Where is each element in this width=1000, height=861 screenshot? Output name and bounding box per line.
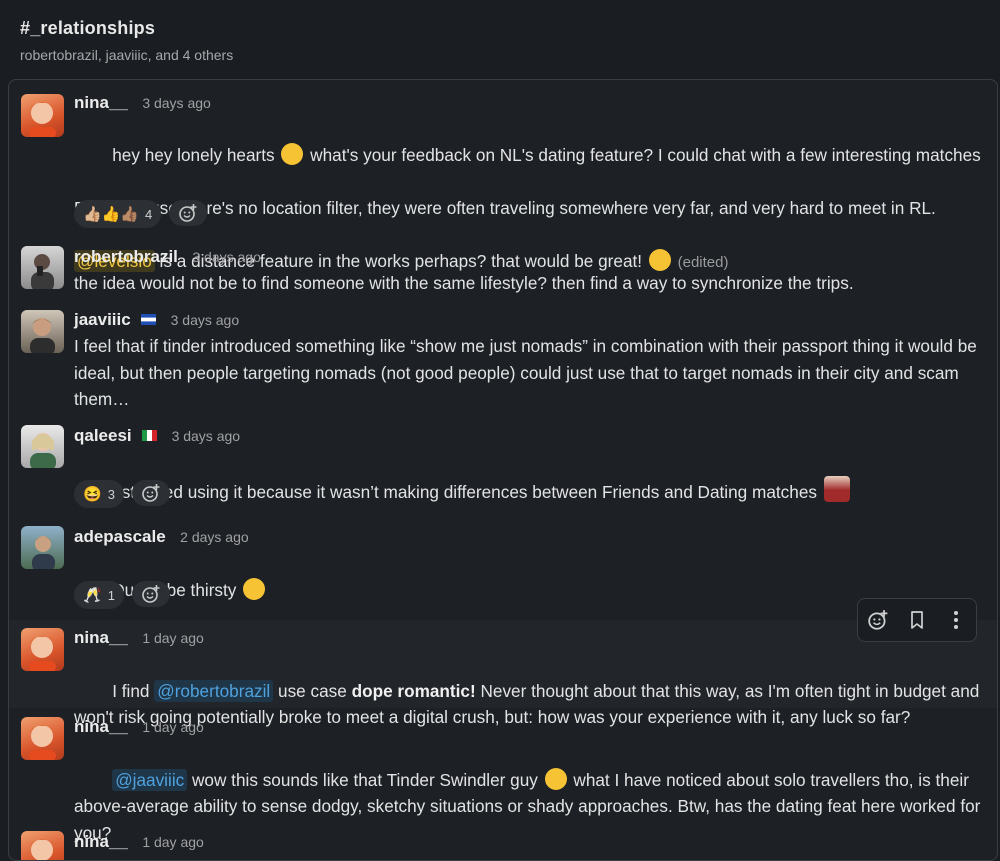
reactions-row: 👍🏼👍👍🏽 4 [74,200,208,228]
add-reaction-icon [867,610,888,630]
author-name[interactable]: qaleesi [74,426,132,445]
message-text: the idea would not be to find someone wi… [74,273,854,293]
add-reaction-button[interactable] [131,581,170,607]
author-name[interactable]: nina__ [74,628,128,647]
bookmark-icon [911,611,923,629]
message: adepascale 2 days ago Dudes be thirsty 🥂… [9,520,997,620]
italy-flag-icon [142,430,158,442]
timestamp[interactable]: 3 days ago [172,428,241,444]
bookmark-button[interactable] [903,606,931,634]
grin-emoji-icon [281,142,304,165]
message: nina__ 1 day ago I find @robertobrazil u… [9,620,997,727]
reaction-count: 3 [107,486,115,502]
author-name[interactable]: robertobrazil [74,247,178,266]
avatar-nina[interactable] [21,628,64,671]
message: nina__ 3 days ago hey hey lonely hearts … [9,80,997,272]
thumbs-up-icon: 👍🏼👍👍🏽 [83,205,140,223]
el-salvador-flag-icon [141,314,157,326]
channel-members[interactable]: robertobrazil, jaaviiic, and 4 others [20,47,233,63]
timestamp[interactable]: 2 days ago [180,529,249,545]
message-text: I feel that if tinder introduced somethi… [74,336,982,409]
message: jaaviiic 3 days ago I feel that if tinde… [9,303,997,419]
message-text: hey hey lonely hearts [112,144,280,165]
user-mention[interactable]: @jaaviiic [112,768,188,791]
user-mention[interactable]: @robertobrazil [154,679,274,702]
add-reaction-icon [142,585,160,603]
message-text: I find [112,680,155,701]
reaction-pill[interactable]: 😆 3 [74,480,124,508]
add-reaction-icon [142,484,160,502]
timestamp[interactable]: 1 day ago [142,630,204,646]
avatar-jaaviiic[interactable] [21,310,64,353]
thread-panel: nina__ 3 days ago hey hey lonely hearts … [8,79,998,861]
avatar-robertobrazil[interactable] [21,246,64,289]
author-name[interactable]: nina__ [74,832,128,851]
timestamp[interactable]: 3 days ago [142,95,211,111]
reaction-count: 1 [107,587,115,603]
bold-text: dope romantic! [351,680,476,701]
reaction-count: 4 [145,206,153,222]
message: robertobrazil 3 days ago the idea would … [9,240,997,303]
avatar-nina[interactable] [21,831,64,860]
add-reaction-button[interactable] [169,200,208,226]
reactions-row: 🥂 1 [74,581,170,609]
timestamp[interactable]: 3 days ago [192,249,261,265]
message-text: what's your feedback on NL's dating feat… [305,144,981,165]
author-name[interactable]: nina__ [74,717,128,736]
add-reaction-icon [179,204,197,222]
channel-title[interactable]: #_relationships [20,18,233,39]
custom-emoji-icon [823,475,850,502]
avatar-nina[interactable] [21,717,64,760]
timestamp[interactable]: 1 day ago [142,834,204,850]
clinking-glasses-icon: 🥂 [83,586,102,604]
message: qaleesi 3 days ago I stopped using it be… [9,419,997,520]
reactions-row: 😆 3 [74,480,170,508]
timestamp[interactable]: 3 days ago [171,312,240,328]
timestamp[interactable]: 1 day ago [142,719,204,735]
author-name[interactable]: jaaviiic [74,310,131,329]
message: nina__ 1 day ago @jaaviiic wow this soun… [9,708,997,843]
reaction-pill[interactable]: 👍🏼👍👍🏽 4 [74,200,162,228]
message-text: wow this sounds like that Tinder Swindle… [187,769,543,790]
grimacing-emoji-icon [544,767,567,790]
author-name[interactable]: adepascale [74,527,166,546]
reaction-pill[interactable]: 🥂 1 [74,581,124,609]
author-name[interactable]: nina__ [74,93,128,112]
add-reaction-button[interactable] [131,480,170,506]
avatar-adepascale[interactable] [21,526,64,569]
add-reaction-button[interactable] [864,606,892,634]
message-text: I stopped using it because it wasn’t mak… [112,481,822,502]
avatar-nina[interactable] [21,94,64,137]
message-text: use case [273,680,352,701]
more-vertical-icon [954,611,959,629]
message-actions-toolbar [857,598,977,642]
laughing-face-icon: 😆 [83,485,102,503]
message: nina__ 1 day ago [9,825,997,860]
tears-of-joy-emoji-icon [243,577,266,600]
more-actions-button[interactable] [942,606,970,634]
avatar-qaleesi[interactable] [21,425,64,468]
channel-header: #_relationships robertobrazil, jaaviiic,… [20,18,233,63]
